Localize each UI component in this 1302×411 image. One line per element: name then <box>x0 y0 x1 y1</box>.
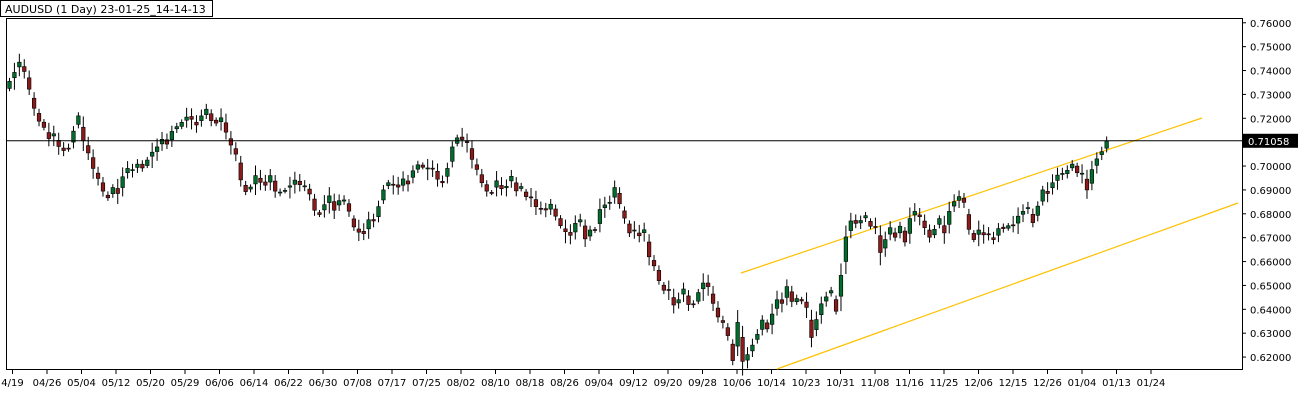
y-tick-label: 0.65000 <box>1250 281 1291 292</box>
x-tick-label: 09/28 <box>688 378 717 389</box>
x-tick-label: 07/08 <box>343 378 372 389</box>
x-tick-label: 07/17 <box>378 378 407 389</box>
y-tick-label: 0.76000 <box>1250 19 1291 30</box>
y-tick-label: 0.67000 <box>1250 234 1291 245</box>
y-tick-label: 0.75000 <box>1250 43 1291 54</box>
x-tick-label: 05/29 <box>171 378 200 389</box>
current-price-marker: 0.71058 <box>1242 133 1298 148</box>
x-tick-label: 08/02 <box>447 378 476 389</box>
candlestick-chart: 0.76000 0.75000 0.74000 0.73000 0.72000 0.710… <box>1 18 1298 389</box>
y-tick-label: 0.62000 <box>1250 353 1291 364</box>
x-tick-label: 01/24 <box>1137 378 1166 389</box>
y-tick-label: 0.63000 <box>1250 329 1291 340</box>
x-tick-label: 4/19 <box>1 378 23 389</box>
x-tick-label: 12/15 <box>999 378 1028 389</box>
x-tick-label: 11/16 <box>895 378 924 389</box>
x-tick-label: 10/31 <box>826 378 855 389</box>
x-tick-label: 05/12 <box>102 378 131 389</box>
x-tick-label: 06/22 <box>274 378 303 389</box>
x-tick-label: 10/14 <box>757 378 786 389</box>
x-tick-label: 05/04 <box>67 378 96 389</box>
x-tick-label: 05/20 <box>136 378 165 389</box>
x-tick-label: 08/26 <box>550 378 579 389</box>
x-tick-label: 12/26 <box>1033 378 1062 389</box>
current-price-label: 0.71058 <box>1248 137 1289 148</box>
x-tick-label: 11/08 <box>861 378 890 389</box>
price-axis: 0.76000 0.75000 0.74000 0.73000 0.72000 0.710… <box>1242 19 1291 364</box>
x-tick-label: 07/25 <box>412 378 441 389</box>
y-tick-label: 0.73000 <box>1250 90 1291 101</box>
x-tick-label: 11/25 <box>930 378 959 389</box>
plot-area <box>6 18 1243 370</box>
x-tick-label: 06/14 <box>240 378 269 389</box>
x-tick-label: 09/20 <box>654 378 683 389</box>
y-tick-label: 0.68000 <box>1250 210 1291 221</box>
chart-title: AUDUSD (1 Day) 23-01-25_14-14-13 <box>0 0 213 17</box>
x-tick-label: 06/30 <box>309 378 338 389</box>
date-axis: 4/19 04/26 05/04 05/12 05/20 05/29 06/06 06/14 0… <box>1 369 1165 389</box>
x-tick-label: 01/13 <box>1102 378 1131 389</box>
x-tick-label: 06/06 <box>205 378 234 389</box>
x-tick-label: 09/04 <box>585 378 614 389</box>
x-tick-label: 08/10 <box>481 378 510 389</box>
y-tick-label: 0.64000 <box>1250 305 1291 316</box>
y-tick-label: 0.72000 <box>1250 114 1291 125</box>
x-tick-label: 10/06 <box>723 378 752 389</box>
y-tick-label: 0.70000 <box>1250 162 1291 173</box>
x-tick-label: 09/12 <box>619 378 648 389</box>
x-tick-label: 08/18 <box>516 378 545 389</box>
x-tick-label: 10/23 <box>792 378 821 389</box>
y-tick-label: 0.66000 <box>1250 258 1291 269</box>
y-tick-label: 0.69000 <box>1250 186 1291 197</box>
x-tick-label: 12/06 <box>964 378 993 389</box>
x-tick-label: 04/26 <box>33 378 62 389</box>
y-tick-label: 0.74000 <box>1250 67 1291 78</box>
x-tick-label: 01/04 <box>1068 378 1097 389</box>
